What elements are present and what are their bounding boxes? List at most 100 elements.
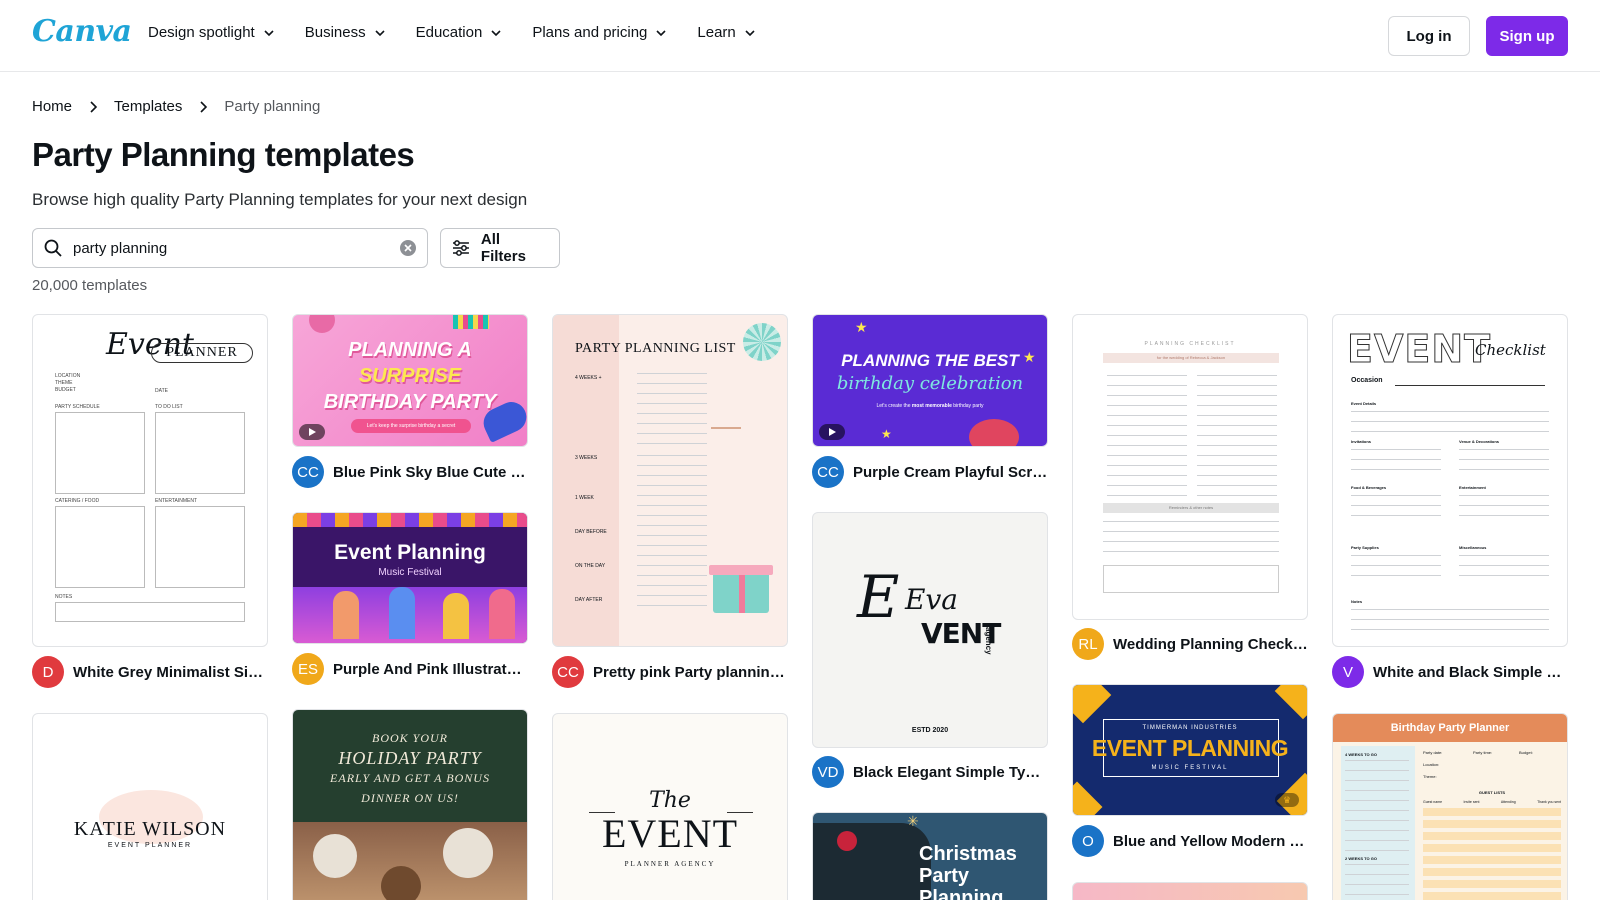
template-title[interactable]: Blue Pink Sky Blue Cute Illustrative Bir… (333, 464, 528, 481)
thumb-line: birthday celebration (836, 373, 1024, 394)
crown-icon: ♛ (1275, 793, 1299, 807)
template-thumbnail-event-planner[interactable]: Event PLANNER LOCATION THEME BUDGET DATE… (32, 314, 268, 647)
template-title[interactable]: Blue and Yellow Modern Event Planning (1113, 833, 1308, 850)
template-meta: VD Black Elegant Simple Typography Event… (812, 756, 1048, 788)
thumb-title: PARTY PLANNING LIST (575, 341, 736, 356)
chevron-right-icon (90, 100, 98, 113)
avatar[interactable]: CC (292, 456, 324, 488)
thumb-big: EVENT (1346, 327, 1492, 372)
avatar[interactable]: V (1332, 656, 1364, 688)
template-thumbnail-holiday-party[interactable]: BOOK YOUR HOLIDAY PARTY EARLY AND GET A … (292, 709, 528, 900)
avatar[interactable]: O (1072, 825, 1104, 857)
template-thumbnail-event-checklist[interactable]: EVENT Checklist Occasion Event Details I… (1332, 314, 1568, 647)
template-meta: O Blue and Yellow Modern Event Planning (1072, 825, 1308, 857)
thumb-heading: Miscellaneous (1459, 545, 1487, 550)
sparkle-icon: ✳ (907, 813, 919, 829)
template-meta: D White Grey Minimalist Simple Event Pla… (32, 656, 268, 688)
canva-logo[interactable]: Canva (32, 14, 132, 49)
template-thumbnail-event-agency[interactable]: E Eva VENT agency ESTD 2020 (812, 512, 1048, 748)
breadcrumb-templates[interactable]: Templates (114, 98, 182, 115)
template-title[interactable]: White Grey Minimalist Simple Event Plann… (73, 664, 268, 681)
thumb-sub: for the wedding of Rebecca & Jackson (1103, 353, 1279, 363)
avatar[interactable]: D (32, 656, 64, 688)
search-icon (44, 239, 62, 257)
thumb-name: KATIE WILSON (73, 818, 227, 840)
template-title[interactable]: Wedding Planning Checklist Planner (1113, 636, 1308, 653)
thumb-role: EVENT PLANNER (107, 842, 193, 849)
template-title[interactable]: Purple Cream Playful Scrapbook Birthday (853, 464, 1048, 481)
search-input[interactable] (73, 239, 399, 257)
thumb-sub: most memorable (911, 403, 952, 409)
thumb-line: BOOK YOUR (371, 731, 448, 745)
avatar[interactable]: RL (1072, 628, 1104, 660)
thumb-label: LOCATION (55, 373, 81, 379)
login-button[interactable]: Log in (1388, 16, 1470, 56)
avatar[interactable]: VD (812, 756, 844, 788)
thumb-title: EVENT PLANNING (1091, 735, 1289, 761)
thumb-footer: ESTD 2020 (911, 727, 949, 734)
play-icon (829, 428, 836, 436)
thumb-footer: Reminders & other notes (1103, 503, 1279, 513)
template-thumbnail-birthday-planner[interactable]: Birthday Party Planner 4 WEEKS TO GO 2 W… (1332, 713, 1568, 900)
sliders-icon (452, 240, 469, 256)
nav-label: Learn (697, 24, 736, 41)
thumb-sub: birthday party (953, 403, 984, 409)
nav-plans-pricing[interactable]: Plans and pricing (532, 24, 667, 41)
clear-search-icon[interactable] (399, 239, 417, 257)
top-header: Canva Design spotlight Business Educatio… (0, 0, 1600, 72)
avatar[interactable]: CC (812, 456, 844, 488)
thumb-section: 3 WEEKS (575, 455, 598, 461)
thumb-section: ON THE DAY (575, 563, 606, 569)
nav-design-spotlight[interactable]: Design spotlight (148, 24, 275, 41)
signup-button[interactable]: Sign up (1486, 16, 1568, 56)
thumb-section: DAY BEFORE (575, 529, 607, 535)
chevron-right-icon (200, 100, 208, 113)
template-meta: RL Wedding Planning Checklist Planner (1072, 628, 1308, 660)
thumb-sub: MUSIC FESTIVAL (1151, 765, 1229, 771)
thumb-section: 4 WEEKS TO GO (1345, 752, 1377, 757)
template-count: 20,000 templates (32, 277, 148, 294)
template-thumbnail-katie-wilson[interactable]: KATIE WILSON EVENT PLANNER (32, 713, 268, 900)
template-title[interactable]: Pretty pink Party planning list (593, 664, 788, 681)
template-thumbnail-surprise-birthday[interactable]: PLANNING A SURPRISE BIRTHDAY PARTY Let's… (292, 314, 528, 447)
thumb-label: CATERING / FOOD (55, 498, 100, 504)
avatar[interactable]: CC (552, 656, 584, 688)
thumb-field: Location: (1423, 762, 1440, 767)
nav-business[interactable]: Business (305, 24, 386, 41)
chevron-down-icon (264, 29, 274, 36)
all-filters-button[interactable]: All Filters (440, 228, 560, 268)
thumb-field: Budget: (1519, 750, 1533, 755)
thumb-heading: Party Supplies (1351, 545, 1379, 550)
thumb-line: PLANNING A (348, 339, 472, 361)
template-meta: ES Purple And Pink Illustrated Music Fes… (292, 653, 528, 685)
template-thumbnail-the-event[interactable]: The EVENT PLANNER AGENCY (552, 713, 788, 900)
template-thumbnail-music-festival[interactable]: Event Planning Music Festival (292, 512, 528, 644)
thumb-heading: Food & Beverages (1351, 485, 1387, 490)
template-title[interactable]: White and Black Simple Event Checklist (1373, 664, 1568, 681)
template-thumbnail-blue-yellow-event[interactable]: TIMMERMAN INDUSTRIES EVENT PLANNING MUSI… (1072, 684, 1308, 816)
search-box (32, 228, 428, 268)
template-thumbnail-christmas-party[interactable]: ✳ Christmas Party Planning (812, 812, 1048, 900)
template-thumbnail-partial[interactable] (1072, 882, 1308, 900)
template-thumbnail-party-planning-list[interactable]: PARTY PLANNING LIST 4 WEEKS + 3 WEEKS 1 … (552, 314, 788, 647)
breadcrumb-home[interactable]: Home (32, 98, 72, 115)
thumb-heading: Venue & Decorations (1459, 439, 1500, 444)
filters-label: All Filters (480, 231, 526, 265)
nav-learn[interactable]: Learn (697, 24, 755, 41)
thumb-col: Attending (1500, 800, 1516, 804)
thumb-section: 2 WEEKS TO GO (1345, 856, 1377, 861)
page-subtitle: Browse high quality Party Planning templ… (32, 190, 528, 209)
thumb-title: PLANNING CHECKLIST (1144, 341, 1236, 347)
template-thumbnail-best-birthday[interactable]: ★ ★ ★ PLANNING THE BEST birthday celebra… (812, 314, 1048, 447)
nav-education[interactable]: Education (416, 24, 503, 41)
thumb-big: EVENT (601, 811, 739, 856)
thumb-field: Theme: (1423, 774, 1437, 779)
template-title[interactable]: Purple And Pink Illustrated Music Festiv… (333, 661, 528, 678)
thumb-line: HOLIDAY PARTY (338, 748, 482, 768)
template-thumbnail-wedding-checklist[interactable]: PLANNING CHECKLIST for the wedding of Re… (1072, 314, 1308, 620)
thumb-sub: Let's create the (876, 403, 911, 409)
thumb-line: SURPRISE (358, 365, 462, 387)
thumb-label: BUDGET (55, 387, 76, 393)
avatar[interactable]: ES (292, 653, 324, 685)
template-title[interactable]: Black Elegant Simple Typography Event Ag… (853, 764, 1048, 781)
